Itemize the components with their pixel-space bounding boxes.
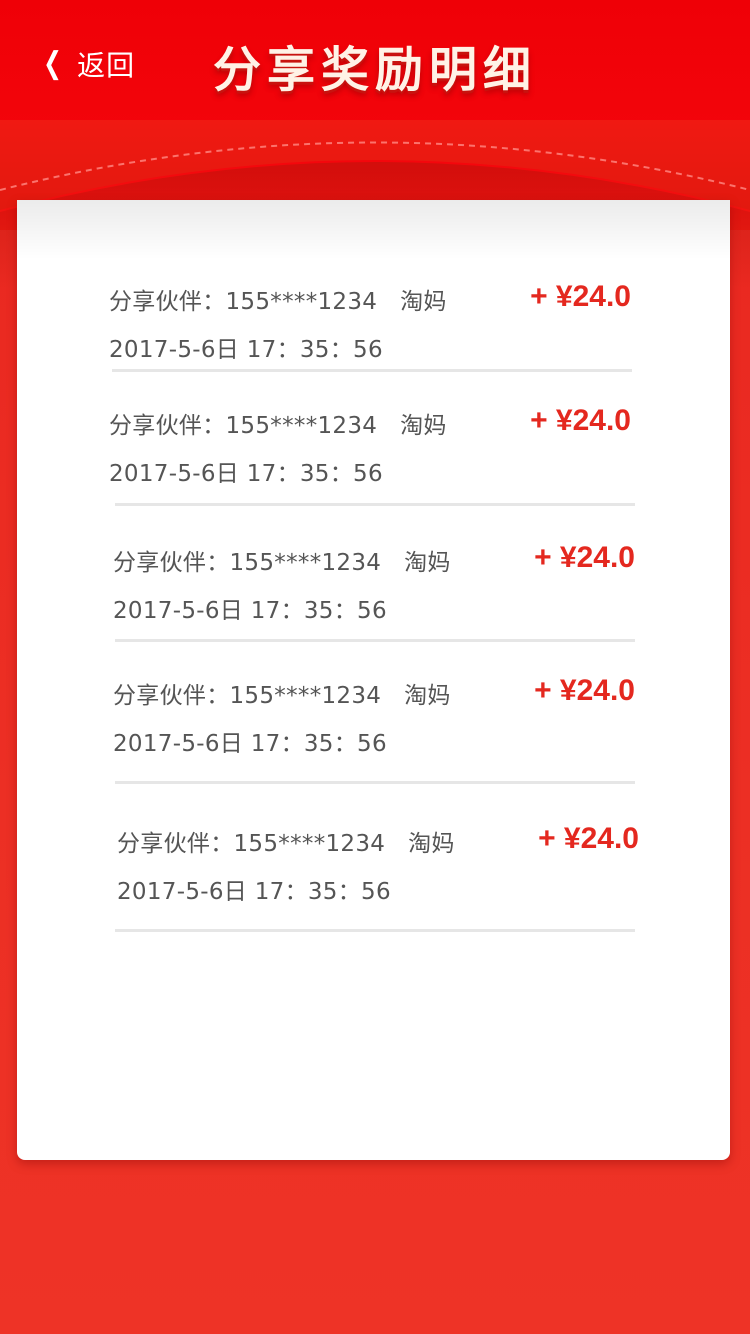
list-item[interactable]: 分享伙伴：155****1234 淘妈 2017-5-6日 17：35：56 +… xyxy=(109,280,639,364)
reward-amount: + ¥24.0 xyxy=(534,541,635,574)
reward-list-card: 分享伙伴：155****1234 淘妈 2017-5-6日 17：35：56 +… xyxy=(17,200,730,1160)
partner-label: 分享伙伴： xyxy=(117,831,234,857)
partner-label: 分享伙伴： xyxy=(113,683,230,709)
reward-amount: + ¥24.0 xyxy=(538,822,639,855)
partner-label: 分享伙伴： xyxy=(113,550,230,576)
partner-platform: 淘妈 xyxy=(400,289,447,315)
partner-phone: 155****1234 xyxy=(233,831,386,857)
back-label: 返回 xyxy=(77,49,136,82)
record-time: 2017-5-6日 17：35：56 xyxy=(109,337,383,363)
chevron-left-icon: ❮ xyxy=(43,46,62,81)
reward-amount: + ¥24.0 xyxy=(530,404,631,437)
record-time: 2017-5-6日 17：35：56 xyxy=(109,461,383,487)
partner-platform: 淘妈 xyxy=(408,831,455,857)
reward-amount: + ¥24.0 xyxy=(534,674,635,707)
list-item[interactable]: 分享伙伴：155****1234 淘妈 2017-5-6日 17：35：56 +… xyxy=(113,541,643,625)
partner-phone: 155****1234 xyxy=(229,683,382,709)
record-time: 2017-5-6日 17：35：56 xyxy=(117,879,391,905)
divider xyxy=(115,503,635,506)
list-item[interactable]: 分享伙伴：155****1234 淘妈 2017-5-6日 17：35：56 +… xyxy=(113,674,643,758)
partner-platform: 淘妈 xyxy=(404,550,451,576)
list-item[interactable]: 分享伙伴：155****1234 淘妈 2017-5-6日 17：35：56 +… xyxy=(117,822,647,906)
partner-label: 分享伙伴： xyxy=(109,413,226,439)
record-time: 2017-5-6日 17：35：56 xyxy=(113,598,387,624)
divider xyxy=(115,929,635,932)
card-top-shadow xyxy=(17,200,730,260)
partner-phone: 155****1234 xyxy=(225,289,378,315)
list-item[interactable]: 分享伙伴：155****1234 淘妈 2017-5-6日 17：35：56 +… xyxy=(109,404,639,488)
back-button[interactable]: ❮ 返回 xyxy=(40,44,135,84)
divider xyxy=(115,639,635,642)
partner-label: 分享伙伴： xyxy=(109,289,226,315)
reward-amount: + ¥24.0 xyxy=(530,280,631,313)
divider xyxy=(115,781,635,784)
partner-phone: 155****1234 xyxy=(229,550,382,576)
partner-platform: 淘妈 xyxy=(400,413,447,439)
partner-phone: 155****1234 xyxy=(225,413,378,439)
page-title: 分享奖励明细 xyxy=(212,42,537,98)
divider xyxy=(112,369,632,372)
partner-platform: 淘妈 xyxy=(404,683,451,709)
record-time: 2017-5-6日 17：35：56 xyxy=(113,731,387,757)
